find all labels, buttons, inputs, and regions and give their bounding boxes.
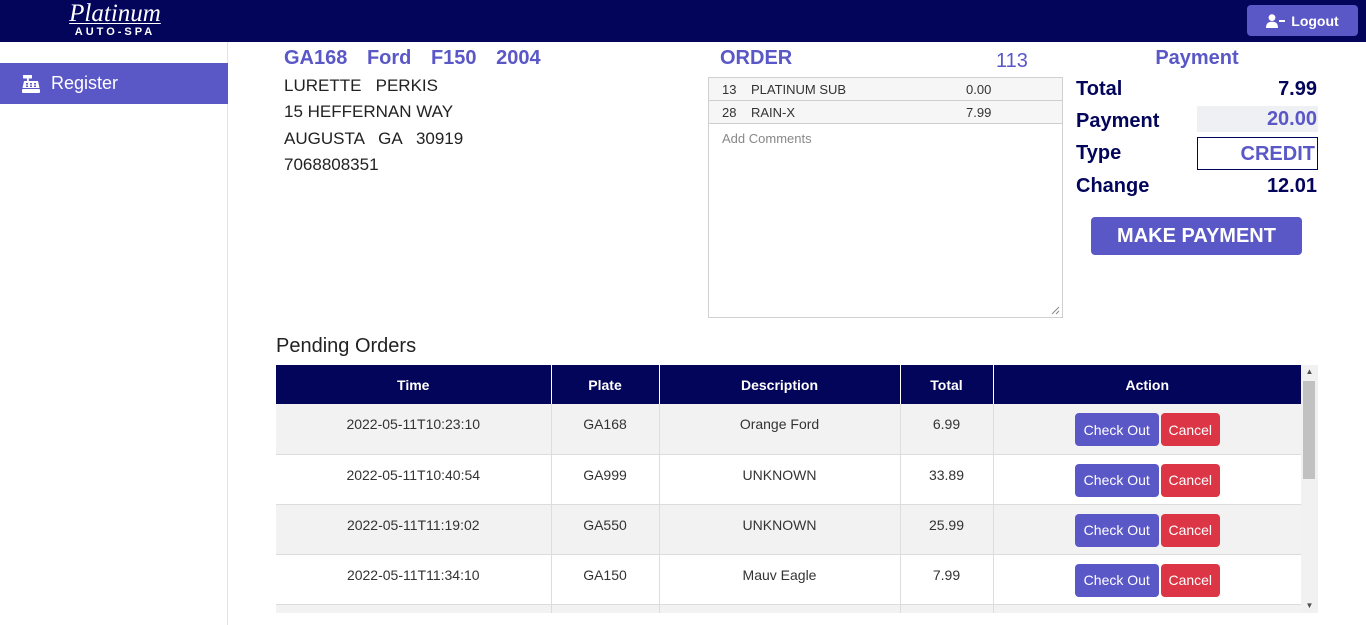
payment-type-field[interactable]: CREDIT <box>1197 137 1318 170</box>
platinum-logo[interactable]: Platinum AUTO-SPA <box>62 0 168 40</box>
make-payment-button[interactable]: MAKE PAYMENT <box>1091 217 1302 255</box>
cell-total: 25.99 <box>900 504 994 554</box>
payment-label: Payment <box>1076 110 1160 132</box>
cell-action: Check OutCancel <box>993 404 1301 454</box>
customer-address: 15 HEFFERNAN WAY <box>284 102 454 121</box>
logout-button[interactable]: Logout <box>1247 5 1358 36</box>
order-line-item[interactable]: 28 RAIN-X 7.99 <box>709 101 1062 124</box>
check-out-button[interactable]: Check Out <box>1074 563 1159 597</box>
pending-orders-title: Pending Orders <box>276 335 417 357</box>
scroll-up-arrow-icon[interactable]: ▲ <box>1301 365 1318 379</box>
cell-plate: GA550 <box>551 504 660 554</box>
logo-main-text: Platinum <box>69 0 161 27</box>
cell-total: 7.99 <box>900 554 994 604</box>
cell-description: Orange Ford <box>659 404 901 454</box>
cell-plate: GA168 <box>551 404 660 454</box>
column-header-total[interactable]: Total <box>900 365 994 404</box>
change-label: Change <box>1076 175 1150 197</box>
table-header-row: Time Plate Description Total Action <box>276 365 1301 404</box>
cell-action: Check OutCancel <box>993 604 1301 613</box>
cell-total <box>900 604 994 613</box>
cell-description: UNKNOWN <box>659 454 901 504</box>
order-line-item[interactable]: 13 PLATINUM SUB 0.00 <box>709 78 1062 101</box>
vehicle-make: Ford <box>366 47 412 69</box>
order-item-price: 7.99 <box>966 105 992 120</box>
logout-label: Logout <box>1291 12 1339 29</box>
cell-action: Check OutCancel <box>993 454 1301 504</box>
cell-action: Check OutCancel <box>993 504 1301 554</box>
user-minus-icon <box>1266 13 1286 28</box>
cell-plate: GA150 <box>551 554 660 604</box>
top-bar: Platinum AUTO-SPA Logout <box>0 0 1366 42</box>
order-number: 113 <box>996 50 1028 72</box>
sidebar-item-label: Register <box>51 73 119 93</box>
table-row[interactable]: 2022-05-11T11:34:10 GA150 Mauv Eagle 7.9… <box>276 554 1301 604</box>
scrollbar-thumb[interactable] <box>1303 381 1315 479</box>
order-item-price: 0.00 <box>966 82 992 97</box>
cell-description <box>659 604 901 613</box>
payment-title: Payment <box>1155 47 1239 69</box>
column-header-plate[interactable]: Plate <box>551 365 660 404</box>
table-row[interactable]: 2022-05-11T10:23:10 GA168 Orange Ford 6.… <box>276 404 1301 454</box>
order-item-description: RAIN-X <box>751 105 796 120</box>
column-header-action: Action <box>993 365 1301 404</box>
column-header-time[interactable]: Time <box>276 365 552 404</box>
logo-sub-text: AUTO-SPA <box>74 26 156 38</box>
order-item-description: PLATINUM SUB <box>751 82 847 97</box>
comments-input[interactable] <box>709 124 1062 316</box>
cell-plate: GA999 <box>551 454 660 504</box>
order-item-qty: 28 <box>722 105 737 120</box>
sidebar: Register <box>0 42 228 625</box>
cancel-button[interactable]: Cancel <box>1160 413 1220 446</box>
change-value: 12.01 <box>1266 175 1317 197</box>
type-label: Type <box>1076 142 1122 164</box>
cell-total: 6.99 <box>900 404 994 454</box>
vehicle-heading: GA168 Ford F150 2004 <box>284 47 555 70</box>
order-box: 13 PLATINUM SUB 0.00 28 RAIN-X 7.99 <box>708 77 1063 318</box>
cancel-button[interactable]: Cancel <box>1160 563 1220 597</box>
order-item-qty: 13 <box>722 82 737 97</box>
customer-city-state-zip: AUGUSTA GA 30919 <box>284 129 464 148</box>
resize-handle-icon[interactable] <box>1051 306 1060 315</box>
pending-orders-table: Time Plate Description Total Action 2022… <box>276 365 1301 613</box>
payment-amount-input[interactable] <box>1197 106 1318 132</box>
total-value: 7.99 <box>1278 78 1317 100</box>
total-label: Total <box>1076 78 1123 100</box>
table-row[interactable]: 2022-05-11T11:19:02 GA550 UNKNOWN 25.99 … <box>276 504 1301 554</box>
check-out-button[interactable]: Check Out <box>1074 413 1159 446</box>
customer-phone: 7068808351 <box>284 155 379 174</box>
vehicle-plate: GA168 <box>284 47 348 69</box>
vehicle-year: 2004 <box>496 47 541 69</box>
scroll-down-arrow-icon[interactable]: ▼ <box>1301 599 1318 613</box>
column-header-description[interactable]: Description <box>659 365 901 404</box>
pending-orders-table-container[interactable]: Time Plate Description Total Action 2022… <box>276 365 1318 613</box>
cell-time <box>276 604 552 613</box>
cell-description: Mauv Eagle <box>659 554 901 604</box>
cell-action: Check OutCancel <box>993 554 1301 604</box>
cell-total: 33.89 <box>900 454 994 504</box>
cell-time: 2022-05-11T10:23:10 <box>276 404 552 454</box>
table-row[interactable]: Check OutCancel <box>276 604 1301 613</box>
cell-time: 2022-05-11T11:19:02 <box>276 504 552 554</box>
cancel-button[interactable]: Cancel <box>1160 463 1220 497</box>
order-title: ORDER <box>720 47 793 69</box>
cash-register-icon <box>22 74 40 93</box>
cancel-button[interactable]: Cancel <box>1160 513 1220 547</box>
customer-name: LURETTE PERKIS <box>284 76 438 95</box>
check-out-button[interactable]: Check Out <box>1074 513 1159 547</box>
vehicle-model: F150 <box>430 47 477 69</box>
cell-plate <box>551 604 660 613</box>
cell-description: UNKNOWN <box>659 504 901 554</box>
cell-time: 2022-05-11T11:34:10 <box>276 554 552 604</box>
check-out-button[interactable]: Check Out <box>1074 463 1159 497</box>
table-scrollbar[interactable]: ▲ ▼ <box>1301 365 1318 613</box>
table-row[interactable]: 2022-05-11T10:40:54 GA999 UNKNOWN 33.89 … <box>276 454 1301 504</box>
sidebar-item-register[interactable]: Register <box>0 63 228 104</box>
cell-time: 2022-05-11T10:40:54 <box>276 454 552 504</box>
